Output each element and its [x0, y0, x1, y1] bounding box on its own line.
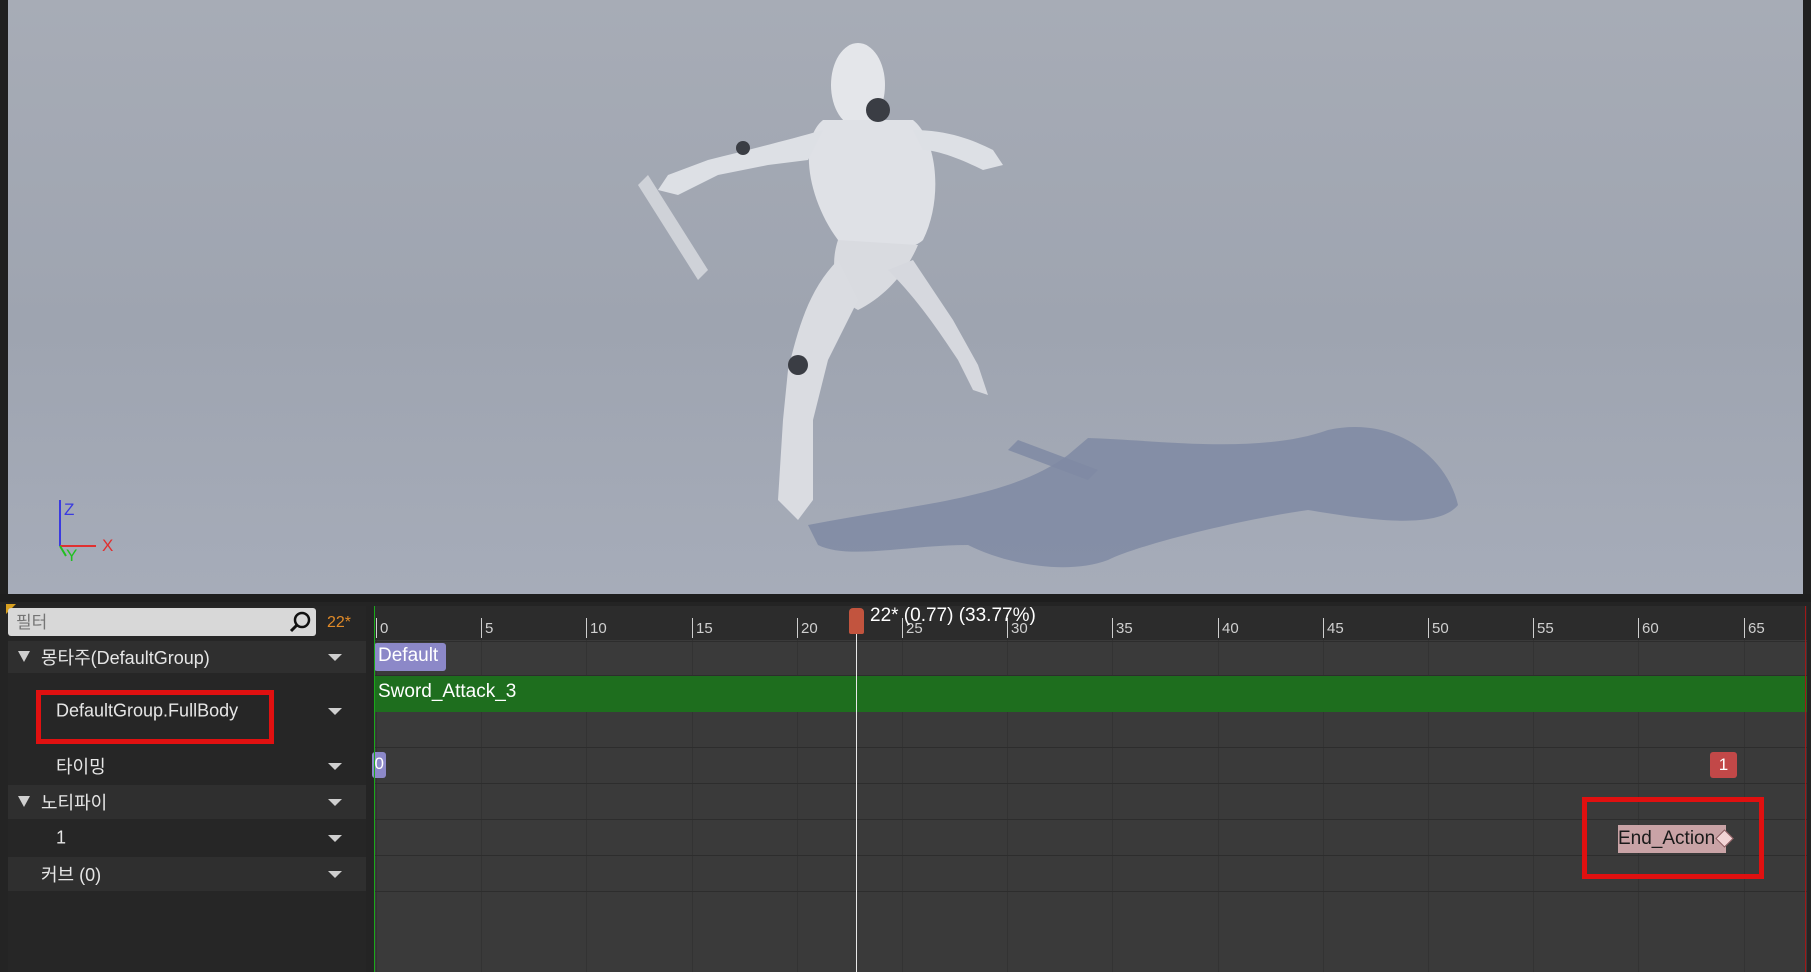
section-default-chip[interactable]: Default — [374, 643, 446, 671]
playhead-label: 22* (0.77) (33.77%) — [870, 605, 1036, 626]
ruler-tick — [1112, 618, 1113, 638]
search-icon[interactable] — [288, 610, 312, 634]
ruler-tick — [1323, 618, 1324, 638]
chevron-down-icon[interactable] — [328, 835, 342, 842]
chevron-down-icon[interactable] — [328, 707, 342, 715]
playhead-handle[interactable] — [849, 608, 864, 634]
ruler-tick — [797, 618, 798, 638]
ruler-tick-label: 0 — [380, 620, 389, 637]
ruler-tick — [1638, 618, 1639, 638]
animation-segment[interactable]: Sword_Attack_3 — [374, 676, 1807, 712]
ruler-tick-label: 40 — [1222, 620, 1239, 637]
axis-z-label: Z — [64, 500, 75, 519]
expand-arrow-icon[interactable] — [18, 796, 30, 807]
ruler-tick-label: 15 — [696, 620, 713, 637]
filter-input[interactable] — [14, 612, 288, 634]
curves-row[interactable]: 커브 (0) — [8, 857, 366, 891]
ruler-tick-label: 60 — [1642, 620, 1659, 637]
chevron-down-icon[interactable] — [328, 763, 342, 770]
animation-viewport[interactable]: Z Y X — [0, 0, 1811, 594]
slot-highlight-box — [36, 690, 274, 744]
ruler-tick-label: 50 — [1432, 620, 1449, 637]
chevron-down-icon[interactable] — [328, 654, 342, 661]
expand-arrow-icon[interactable] — [18, 651, 30, 662]
montage-group-label: 몽타주(DefaultGroup) — [41, 648, 210, 668]
end-marker-line — [1805, 606, 1806, 972]
montage-group-row[interactable]: 몽타주(DefaultGroup) — [8, 641, 366, 673]
timing-row[interactable]: 타이밍 — [8, 749, 366, 783]
ruler-tick-label: 20 — [801, 620, 818, 637]
panel-divider[interactable] — [0, 594, 1811, 602]
timing-label: 타이밍 — [56, 757, 106, 777]
curves-label: 커브 (0) — [41, 865, 102, 885]
start-marker-line — [374, 606, 375, 972]
timeline-ruler[interactable] — [374, 606, 1807, 640]
ruler-tick-label: 10 — [590, 620, 607, 637]
ruler-tick-label: 45 — [1327, 620, 1344, 637]
character-preview — [638, 43, 1458, 568]
notify-track-row[interactable]: 1 — [8, 821, 366, 855]
ruler-tick — [1218, 618, 1219, 638]
chevron-down-icon[interactable] — [328, 799, 342, 806]
notifies-label: 노티파이 — [41, 793, 108, 813]
playhead-line — [856, 628, 857, 972]
ruler-tick — [692, 618, 693, 638]
notifies-row[interactable]: 노티파이 — [8, 785, 366, 819]
ruler-tick — [586, 618, 587, 638]
track-separator — [374, 747, 1807, 748]
ruler-tick — [1744, 618, 1745, 638]
ruler-tick — [1533, 618, 1534, 638]
track-separator — [374, 641, 1807, 642]
current-frame-count: 22* — [327, 614, 352, 631]
ruler-tick — [1428, 618, 1429, 638]
ruler-tick — [481, 618, 482, 638]
ruler-tick-label: 65 — [1748, 620, 1765, 637]
ruler-tick-label: 5 — [485, 620, 494, 637]
ruler-tick — [376, 618, 377, 638]
axis-gizmo: Z Y X — [54, 500, 124, 570]
filter-field[interactable] — [8, 608, 316, 636]
ruler-tick-label: 55 — [1537, 620, 1554, 637]
ruler-tick-label: 35 — [1116, 620, 1133, 637]
axis-y-label: Y — [66, 546, 78, 565]
timing-marker-end[interactable]: 1 — [1710, 752, 1737, 778]
track-separator — [374, 783, 1807, 784]
chevron-down-icon[interactable] — [328, 871, 342, 878]
notify-highlight-box — [1582, 797, 1764, 879]
notify-track-label: 1 — [56, 827, 67, 848]
timeline-track-area[interactable] — [374, 606, 1807, 972]
axis-x-label: X — [102, 536, 114, 555]
track-separator — [374, 891, 1807, 892]
